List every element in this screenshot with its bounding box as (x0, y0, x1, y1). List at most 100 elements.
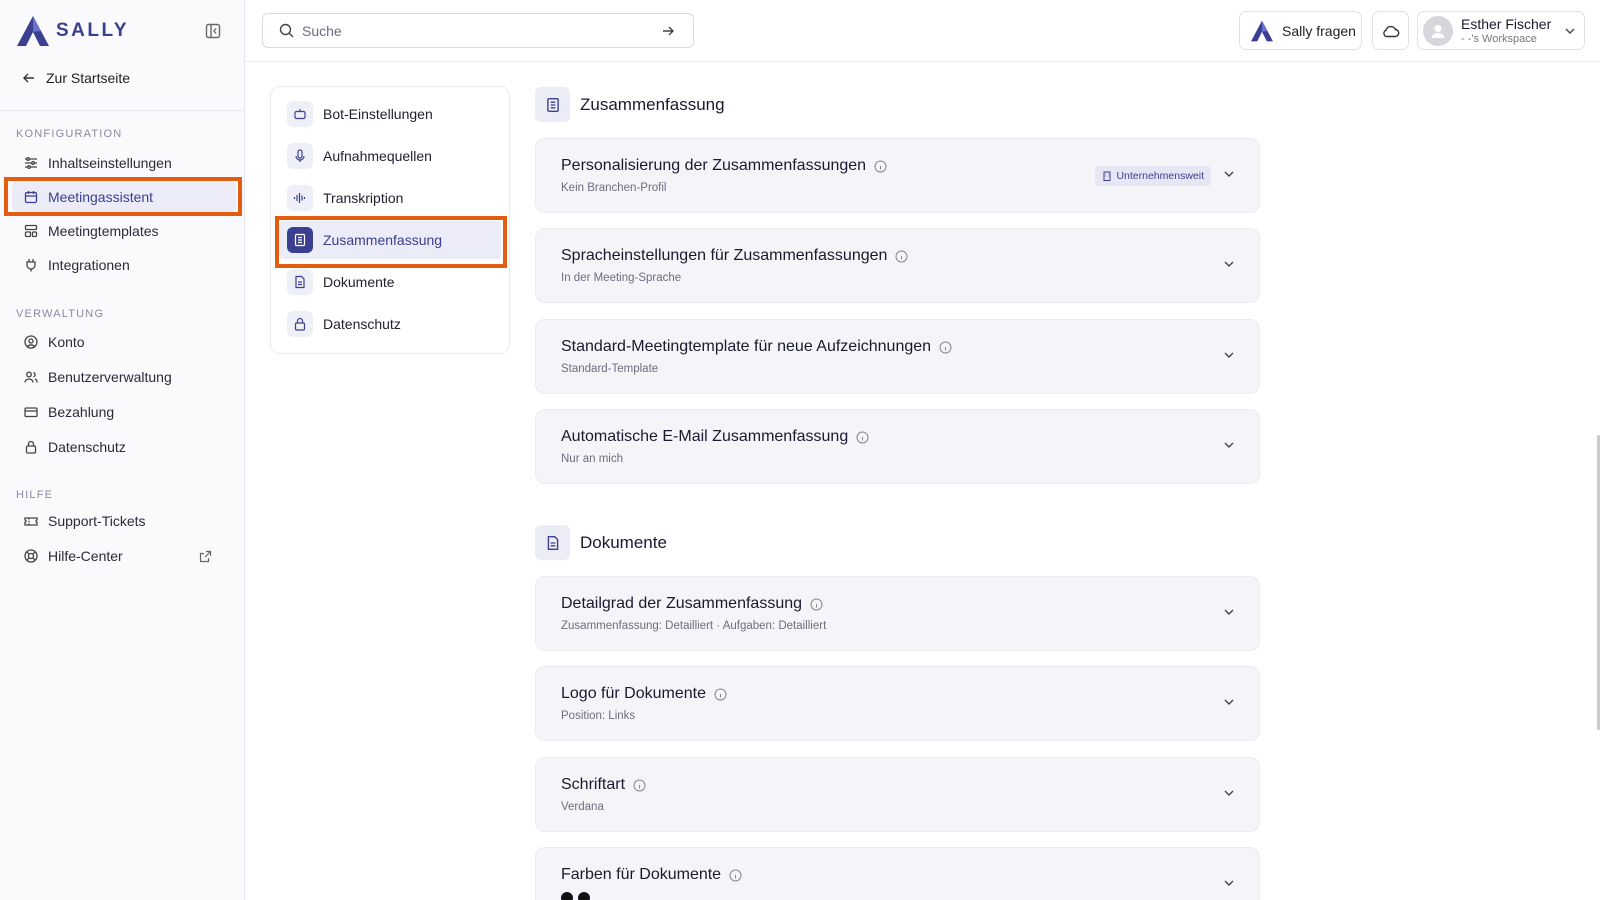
info-icon[interactable] (939, 341, 952, 354)
setting-card-personalisierung[interactable]: Personalisierung der Zusammenfassungen K… (535, 138, 1260, 213)
color-swatches (561, 892, 590, 900)
lock-icon (25, 440, 37, 454)
sidebar-item-label: Bezahlung (48, 404, 115, 420)
info-icon[interactable] (874, 160, 887, 173)
sidebar-item-inhaltseinstellungen[interactable]: Inhaltseinstellungen (12, 147, 236, 179)
sidebar-item-datenschutz[interactable]: Datenschutz (12, 431, 236, 463)
info-icon[interactable] (856, 431, 869, 444)
sidebar-item-konto[interactable]: Konto (12, 326, 236, 358)
subnav-item-aufnahmequellen[interactable]: Aufnahmequellen (287, 141, 495, 171)
chevron-down-icon[interactable] (1223, 349, 1235, 361)
brand-name: SALLY (56, 20, 130, 41)
search-icon (279, 23, 294, 38)
sidebar-item-hilfe-center[interactable]: Hilfe-Center (12, 540, 236, 572)
chevron-down-icon[interactable] (1223, 606, 1235, 618)
info-icon[interactable] (895, 250, 908, 263)
chevron-down-icon[interactable] (1223, 877, 1235, 889)
sliders-icon (25, 157, 37, 169)
subnav-item-label: Bot-Einstellungen (323, 106, 433, 122)
back-to-home-link[interactable]: Zur Startseite (22, 66, 130, 90)
info-icon[interactable] (729, 869, 742, 882)
subnav-item-bot-einstellungen[interactable]: Bot-Einstellungen (287, 99, 495, 129)
subnav-item-transkription[interactable]: Transkription (287, 183, 495, 213)
section-header-dokumente: Dokumente (535, 525, 667, 560)
lock-icon (287, 311, 313, 337)
sidebar-item-label: Hilfe-Center (48, 548, 123, 564)
chevron-down-icon[interactable] (1223, 439, 1235, 451)
document-icon (287, 269, 313, 295)
waveform-icon (287, 185, 313, 211)
chevron-down-icon[interactable] (1223, 787, 1235, 799)
section-label-verwaltung: VERWALTUNG (16, 308, 105, 320)
card-subtitle: Standard-Template (561, 363, 659, 375)
sidebar-item-label: Benutzerverwaltung (48, 369, 172, 385)
card-title-text: Farben für Dokumente (561, 866, 722, 883)
plug-icon (26, 259, 36, 272)
card-title: Automatische E-Mail Zusammenfassung (561, 428, 869, 446)
setting-card-automatische-email[interactable]: Automatische E-Mail Zusammenfassung Nur … (535, 409, 1260, 484)
card-title: Schriftart (561, 776, 646, 794)
workspace-name: - -'s Workspace (1461, 32, 1537, 45)
collapse-sidebar-icon[interactable] (205, 23, 221, 39)
chevron-down-icon (1565, 28, 1575, 34)
sidebar-item-support-tickets[interactable]: Support-Tickets (12, 505, 236, 537)
setting-card-logo[interactable]: Logo für Dokumente Position: Links (535, 666, 1260, 741)
card-subtitle: Nur an mich (561, 453, 623, 465)
subnav-item-datenschutz[interactable]: Datenschutz (287, 309, 495, 339)
color-swatch (578, 892, 590, 900)
bot-icon (287, 101, 313, 127)
setting-card-farben[interactable]: Farben für Dokumente (535, 847, 1260, 900)
card-title: Farben für Dokumente (561, 866, 742, 884)
chevron-down-icon[interactable] (1223, 696, 1235, 708)
card-title-text: Spracheinstellungen für Zusammenfassunge… (561, 247, 888, 264)
summary-icon (535, 87, 570, 122)
chevron-down-icon[interactable] (1223, 168, 1235, 180)
info-icon[interactable] (714, 688, 727, 701)
sidebar-item-label: Meetingtemplates (48, 223, 159, 239)
card-title-text: Schriftart (561, 776, 626, 793)
card-title: Personalisierung der Zusammenfassungen (561, 157, 887, 175)
sidebar-item-label: Inhaltseinstellungen (48, 155, 172, 171)
highlight-meetingassistent (4, 177, 242, 216)
section-title: Zusammenfassung (580, 94, 725, 114)
microphone-icon (287, 143, 313, 169)
setting-card-standard-meetingtemplate[interactable]: Standard-Meetingtemplate für neue Aufzei… (535, 319, 1260, 394)
sidebar-item-label: Integrationen (48, 257, 130, 273)
sidebar-item-integrationen[interactable]: Integrationen (12, 249, 236, 281)
card-title: Spracheinstellungen für Zusammenfassunge… (561, 247, 908, 265)
section-label-konfiguration: KONFIGURATION (16, 128, 123, 140)
user-menu-button[interactable]: Esther Fischer - -'s Workspace (1417, 11, 1585, 50)
ticket-icon (24, 517, 38, 526)
users-icon (24, 371, 38, 383)
setting-card-detailgrad[interactable]: Detailgrad der Zusammenfassung Zusammenf… (535, 576, 1260, 651)
sidebar-item-benutzerverwaltung[interactable]: Benutzerverwaltung (12, 361, 236, 393)
subnav-item-label: Dokumente (323, 274, 395, 290)
sidebar-item-label: Konto (48, 334, 85, 350)
arrow-right-icon[interactable] (661, 24, 675, 38)
card-title-text: Automatische E-Mail Zusammenfassung (561, 428, 849, 445)
setting-card-schriftart[interactable]: Schriftart Verdana (535, 757, 1260, 832)
sidebar-item-bezahlung[interactable]: Bezahlung (12, 396, 236, 428)
topbar: Suche Sally fragen Esther Fischer - -'s … (245, 0, 1600, 62)
cloud-button[interactable] (1372, 11, 1409, 50)
card-title-text: Personalisierung der Zusammenfassungen (561, 157, 867, 174)
search-input[interactable]: Suche (262, 13, 694, 48)
subnav-item-dokumente[interactable]: Dokumente (287, 267, 495, 297)
info-icon[interactable] (810, 598, 823, 611)
info-icon[interactable] (633, 779, 646, 792)
building-icon (1103, 171, 1111, 181)
cloud-icon (1382, 25, 1399, 37)
sidebar-divider (0, 110, 244, 111)
sidebar-item-meetingtemplates[interactable]: Meetingtemplates (12, 215, 236, 247)
sidebar-item-label: Support-Tickets (48, 513, 146, 529)
card-title-text: Detailgrad der Zusammenfassung (561, 595, 803, 612)
section-label-hilfe: HILFE (16, 489, 54, 501)
sidebar-item-label: Datenschutz (48, 439, 126, 455)
card-title-text: Standard-Meetingtemplate für neue Aufzei… (561, 338, 932, 355)
card-subtitle: Zusammenfassung: Detailliert · Aufgaben:… (561, 620, 827, 632)
brand-logo[interactable]: SALLY (16, 15, 129, 47)
setting-card-spracheinstellungen[interactable]: Spracheinstellungen für Zusammenfassunge… (535, 228, 1260, 303)
chevron-down-icon[interactable] (1223, 258, 1235, 270)
user-name: Esther Fischer (1461, 15, 1552, 32)
ask-sally-button[interactable]: Sally fragen (1239, 11, 1362, 50)
